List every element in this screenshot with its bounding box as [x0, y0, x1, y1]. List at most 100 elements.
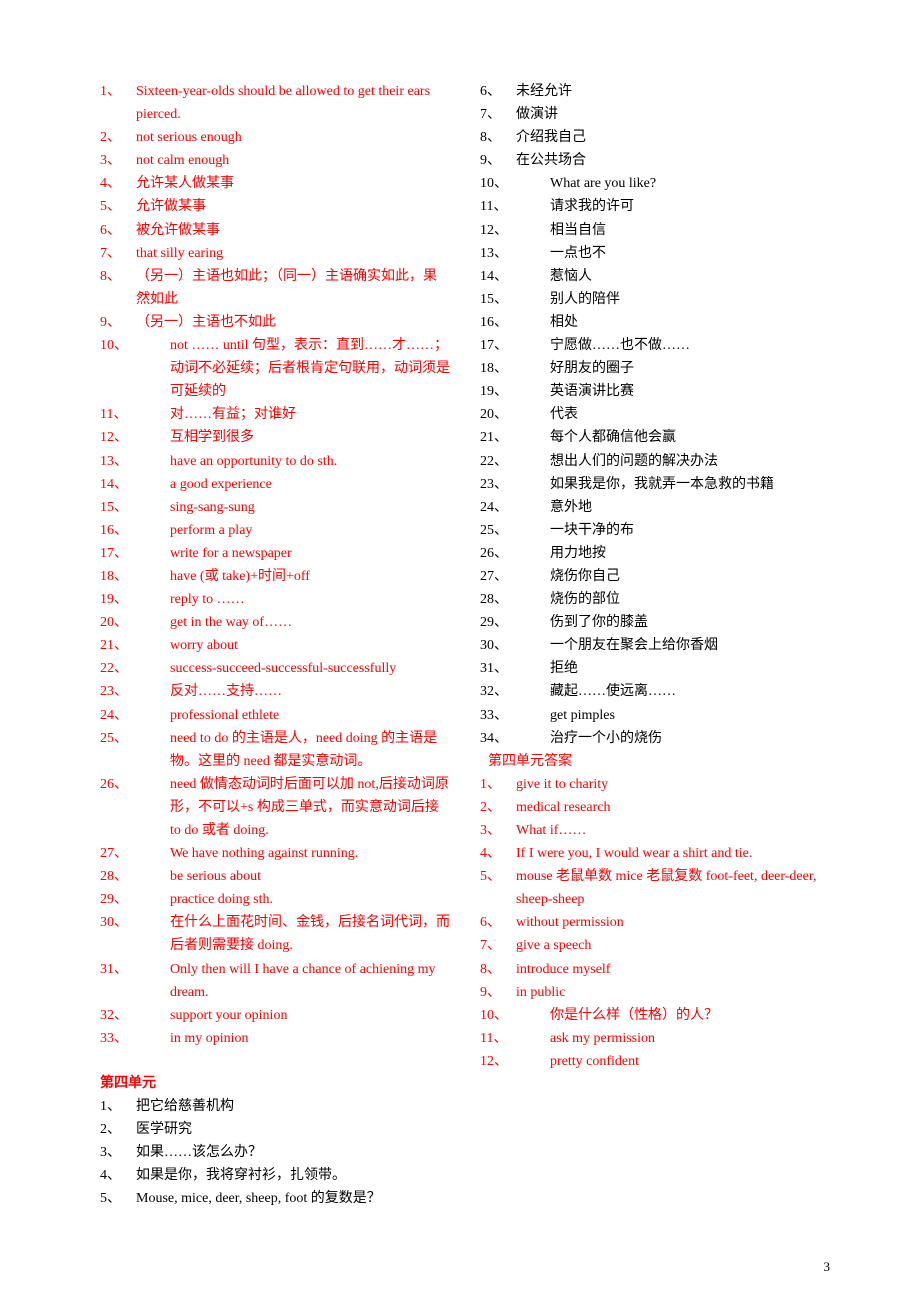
item-number: 29、 — [100, 888, 170, 911]
item-text: 相当自信 — [550, 219, 830, 242]
item-number: 6、 — [480, 80, 516, 103]
item-text: a good experience — [170, 473, 450, 496]
item-number: 11、 — [480, 1027, 550, 1050]
item-text: support your opinion — [170, 1004, 450, 1027]
item-number: 12、 — [480, 219, 550, 242]
item-number: 28、 — [480, 588, 550, 611]
item-number: 5、 — [480, 865, 516, 911]
item-text: ask my permission — [550, 1027, 830, 1050]
list-item: 33、get pimples — [480, 704, 830, 727]
list-item: 20、代表 — [480, 403, 830, 426]
list-item: 16、perform a play — [100, 519, 450, 542]
item-text: not calm enough — [136, 149, 450, 172]
item-text: 如果……该怎么办？ — [136, 1141, 450, 1164]
list-item: 16、相处 — [480, 311, 830, 334]
item-text: 允许某人做某事 — [136, 172, 450, 195]
item-number: 13、 — [480, 242, 550, 265]
list-item: 10、What are you like? — [480, 172, 830, 195]
item-text: give a speech — [516, 934, 830, 957]
list-item: 8、introduce myself — [480, 958, 830, 981]
item-number: 26、 — [480, 542, 550, 565]
item-text: 治疗一个小的烧伤 — [550, 727, 830, 750]
item-text: 一块干净的布 — [550, 519, 830, 542]
list-item: 12、pretty confident — [480, 1050, 830, 1073]
list-item: 12、互相学到很多 — [100, 426, 450, 449]
item-text: 每个人都确信他会赢 — [550, 426, 830, 449]
list-item: 25、一块干净的布 — [480, 519, 830, 542]
item-number: 29、 — [480, 611, 550, 634]
list-item: 27、烧伤你自己 — [480, 565, 830, 588]
item-text: 代表 — [550, 403, 830, 426]
item-text: 反对……支持…… — [170, 680, 450, 703]
item-number: 4、 — [100, 1164, 136, 1187]
list-item: 26、用力地按 — [480, 542, 830, 565]
item-text: success-succeed-successful-successfully — [170, 657, 450, 680]
list-item: 22、success-succeed-successful-successful… — [100, 657, 450, 680]
item-text: 好朋友的圈子 — [550, 357, 830, 380]
list-item: 19、英语演讲比赛 — [480, 380, 830, 403]
list-item: 33、in my opinion — [100, 1027, 450, 1050]
item-number: 8、 — [480, 126, 516, 149]
item-text: get pimples — [550, 704, 830, 727]
list-item: 34、治疗一个小的烧伤 — [480, 727, 830, 750]
list-item: 5、允许做某事 — [100, 195, 450, 218]
item-text: 在公共场合 — [516, 149, 830, 172]
item-number: 11、 — [100, 403, 170, 426]
item-text: 允许做某事 — [136, 195, 450, 218]
item-number: 32、 — [480, 680, 550, 703]
item-text: need 做情态动词时后面可以加 not,后接动词原形，不可以+s 构成三单式，… — [170, 773, 450, 842]
list-item: 4、允许某人做某事 — [100, 172, 450, 195]
item-text: （另一）主语也不如此 — [136, 311, 450, 334]
item-text: practice doing sth. — [170, 888, 450, 911]
item-number: 8、 — [100, 265, 136, 311]
item-number: 24、 — [100, 704, 170, 727]
list-item: 13、一点也不 — [480, 242, 830, 265]
item-text: （另一）主语也如此；（同一）主语确实如此，果然如此 — [136, 265, 450, 311]
list-item: 1、把它给慈善机构 — [100, 1095, 450, 1118]
list-item: 5、Mouse, mice, deer, sheep, foot 的复数是？ — [100, 1187, 450, 1210]
item-text: medical research — [516, 796, 830, 819]
list-item: 9、（另一）主语也不如此 — [100, 311, 450, 334]
item-text: worry about — [170, 634, 450, 657]
item-number: 33、 — [480, 704, 550, 727]
list-item: 26、need 做情态动词时后面可以加 not,后接动词原形，不可以+s 构成三… — [100, 773, 450, 842]
list-item: 19、reply to …… — [100, 588, 450, 611]
list-item: 1、Sixteen-year-olds should be allowed to… — [100, 80, 450, 126]
blank-line — [100, 1050, 450, 1072]
item-text: 英语演讲比赛 — [550, 380, 830, 403]
item-text: 拒绝 — [550, 657, 830, 680]
item-text: We have nothing against running. — [170, 842, 450, 865]
item-number: 18、 — [480, 357, 550, 380]
item-number: 34、 — [480, 727, 550, 750]
list-item: 6、被允许做某事 — [100, 219, 450, 242]
item-text: 意外地 — [550, 496, 830, 519]
item-text: pretty confident — [550, 1050, 830, 1073]
item-number: 27、 — [100, 842, 170, 865]
item-text: 烧伤你自己 — [550, 565, 830, 588]
list-item: 6、未经允许 — [480, 80, 830, 103]
item-text: 在什么上面花时间、金钱，后接名词代词，而后者则需要接 doing. — [170, 911, 450, 957]
page-number: 3 — [824, 1256, 831, 1277]
item-number: 5、 — [100, 195, 136, 218]
item-text: 如果是你，我将穿衬衫，扎领带。 — [136, 1164, 450, 1187]
item-text: write for a newspaper — [170, 542, 450, 565]
item-text: have an opportunity to do sth. — [170, 450, 450, 473]
item-text: 伤到了你的膝盖 — [550, 611, 830, 634]
item-text: 未经允许 — [516, 80, 830, 103]
section-heading: 第四单元 — [100, 1072, 450, 1095]
list-item: 8、介绍我自己 — [480, 126, 830, 149]
item-number: 23、 — [100, 680, 170, 703]
item-text: 被允许做某事 — [136, 219, 450, 242]
list-item: 4、如果是你，我将穿衬衫，扎领带。 — [100, 1164, 450, 1187]
list-item: 2、medical research — [480, 796, 830, 819]
item-number: 17、 — [480, 334, 550, 357]
list-item: 24、意外地 — [480, 496, 830, 519]
item-number: 3、 — [100, 1141, 136, 1164]
item-text: 想出人们的问题的解决办法 — [550, 450, 830, 473]
item-text: need to do 的主语是人，need doing 的主语是物。这里的 ne… — [170, 727, 450, 773]
list-item: 17、宁愿做……也不做…… — [480, 334, 830, 357]
list-item: 21、worry about — [100, 634, 450, 657]
item-text: 对……有益；对谁好 — [170, 403, 450, 426]
item-text: 你是什么样（性格）的人？ — [550, 1004, 830, 1027]
item-number: 7、 — [100, 242, 136, 265]
